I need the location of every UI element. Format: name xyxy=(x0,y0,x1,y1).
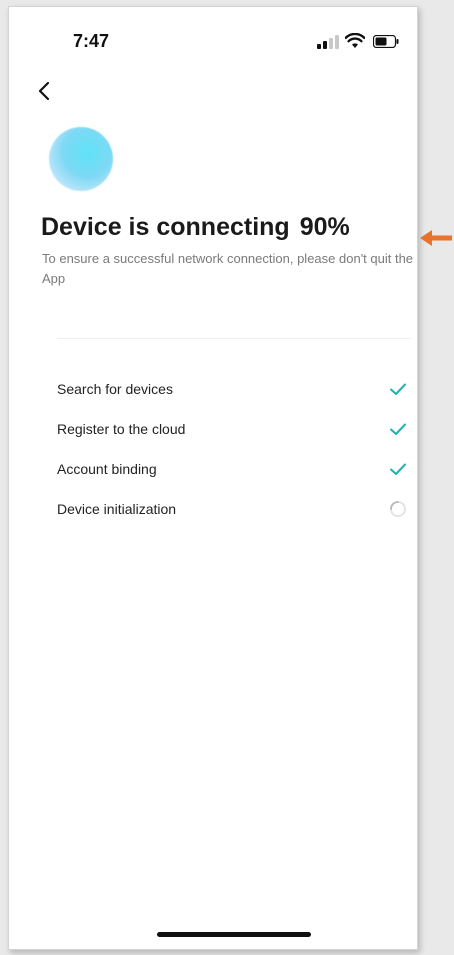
divider xyxy=(57,338,411,339)
page-subtitle: To ensure a successful network connectio… xyxy=(42,251,414,286)
phone-screen: 7:47 Device is connecting 90% To ensure … xyxy=(8,6,418,950)
step-label: Search for devices xyxy=(57,381,173,397)
step-label: Account binding xyxy=(57,461,157,477)
status-time: 7:47 xyxy=(73,31,110,51)
annotation-arrow-icon xyxy=(420,230,452,246)
chevron-left-icon xyxy=(38,81,50,101)
check-icon xyxy=(390,423,406,435)
check-icon xyxy=(390,463,406,475)
page-title-text: Device is connecting xyxy=(41,213,290,241)
wifi-icon xyxy=(345,33,365,48)
cellular-signal-icon xyxy=(317,35,339,49)
status-icons xyxy=(297,33,417,53)
battery-icon xyxy=(373,35,399,48)
step-label: Register to the cloud xyxy=(57,421,186,437)
steps-list: Search for devices Register to the cloud… xyxy=(57,369,411,529)
back-button[interactable] xyxy=(31,77,59,105)
step-register-to-cloud: Register to the cloud xyxy=(57,409,411,449)
home-indicator xyxy=(157,932,311,937)
spinner-icon xyxy=(390,501,406,517)
check-icon xyxy=(390,383,406,395)
step-label: Device initialization xyxy=(57,501,177,517)
step-account-binding: Account binding xyxy=(57,449,411,489)
status-bar: 7:47 xyxy=(9,7,417,67)
step-device-initialization: Device initialization xyxy=(57,489,411,529)
device-orb-image xyxy=(49,127,113,191)
step-search-for-devices: Search for devices xyxy=(57,369,411,409)
progress-percent: 90% xyxy=(299,213,350,241)
page-title: Device is connecting 90% xyxy=(41,213,350,242)
